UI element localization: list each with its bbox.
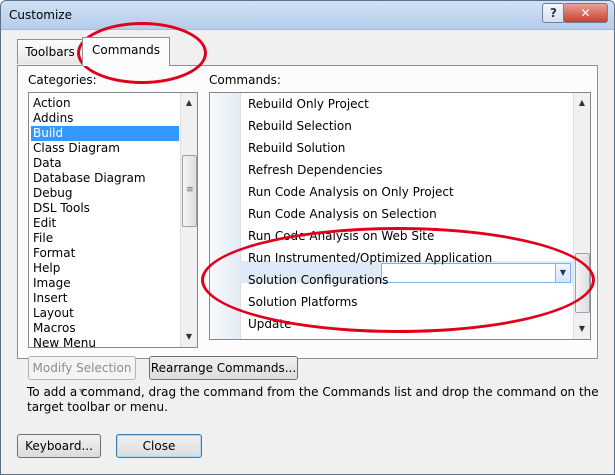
scroll-thumb[interactable] <box>575 253 590 313</box>
window-title: Customize <box>9 8 72 22</box>
commands-scrollbar[interactable]: ▲ ▼ <box>573 93 590 339</box>
instruction-text: To add a command, drag the command from … <box>27 385 599 414</box>
command-item[interactable]: Solution Platforms <box>248 292 358 312</box>
categories-list[interactable]: ▲ ≡ ▼ Action Addins Build Class Diagram Data… <box>28 92 198 348</box>
title-bar[interactable]: Customize ? ✕ <box>1 1 614 30</box>
category-item[interactable]: File <box>31 231 53 246</box>
category-item[interactable]: Edit <box>31 216 56 231</box>
close-window-button[interactable]: ✕ <box>563 3 608 23</box>
category-item[interactable]: Class Diagram <box>31 141 120 156</box>
category-item[interactable]: Action <box>31 96 71 111</box>
command-item[interactable]: Rebuild Solution <box>248 138 345 158</box>
command-item[interactable]: Update <box>248 314 291 334</box>
scroll-down-icon[interactable]: ▼ <box>181 329 197 345</box>
tab-toolbars[interactable]: Toolbars <box>17 39 83 64</box>
commands-label: Commands: <box>209 73 281 87</box>
category-item[interactable]: Help <box>31 261 60 276</box>
category-item[interactable]: Image <box>31 276 71 291</box>
scroll-up-icon[interactable]: ▲ <box>574 95 590 111</box>
category-item[interactable]: Build <box>31 126 179 141</box>
commands-list[interactable]: ▼ ▲ ▼ Rebuild Only Project Rebuild Select… <box>209 92 591 340</box>
command-item[interactable]: Solution Configurations <box>248 270 388 290</box>
keyboard-button[interactable]: Keyboard... <box>17 434 101 458</box>
command-item[interactable]: Refresh Dependencies <box>248 160 383 180</box>
command-item[interactable]: Run Instrumented/Optimized Application <box>248 248 492 268</box>
category-item[interactable]: Debug <box>31 186 72 201</box>
scroll-thumb[interactable]: ≡ <box>182 155 197 227</box>
category-item[interactable]: Layout <box>31 306 74 321</box>
categories-label: Categories: <box>28 73 97 87</box>
command-icon-strip <box>210 93 241 339</box>
category-item[interactable]: Database Diagram <box>31 171 146 186</box>
grip-icon: ≡ <box>186 185 194 195</box>
category-item[interactable]: Format <box>31 246 75 261</box>
category-item[interactable]: New Menu <box>31 336 96 347</box>
commands-tab-panel: Categories: ▲ ≡ ▼ Action Addins Build Class… <box>17 65 598 396</box>
command-item[interactable]: Run Code Analysis on Only Project <box>248 182 454 202</box>
command-item[interactable]: Run Code Analysis on Selection <box>248 204 437 224</box>
categories-scrollbar[interactable]: ▲ ≡ ▼ <box>180 93 197 347</box>
category-item[interactable]: DSL Tools <box>31 201 90 216</box>
category-item[interactable]: Addins <box>31 111 73 126</box>
tab-commands[interactable]: Commands <box>82 37 170 66</box>
scroll-up-icon[interactable]: ▲ <box>181 95 197 111</box>
command-item[interactable]: Rebuild Selection <box>248 116 352 136</box>
category-item[interactable]: Data <box>31 156 62 171</box>
customize-dialog: Customize ? ✕ Toolbars Commands Categori… <box>0 0 615 475</box>
rearrange-commands-button[interactable]: Rearrange Commands... <box>149 356 298 380</box>
modify-selection-button[interactable]: Modify Selection ▼ <box>28 356 136 396</box>
close-button[interactable]: Close <box>116 434 202 458</box>
modify-selection-label: Modify Selection <box>32 361 132 375</box>
scroll-down-icon[interactable]: ▼ <box>574 321 590 337</box>
category-item[interactable]: Macros <box>31 321 76 336</box>
category-item[interactable]: Insert <box>31 291 67 306</box>
chevron-down-icon[interactable]: ▼ <box>555 264 570 282</box>
help-button[interactable]: ? <box>542 3 565 23</box>
command-item[interactable]: Rebuild Only Project <box>248 94 369 114</box>
command-item[interactable]: Run Code Analysis on Web Site <box>248 226 434 246</box>
